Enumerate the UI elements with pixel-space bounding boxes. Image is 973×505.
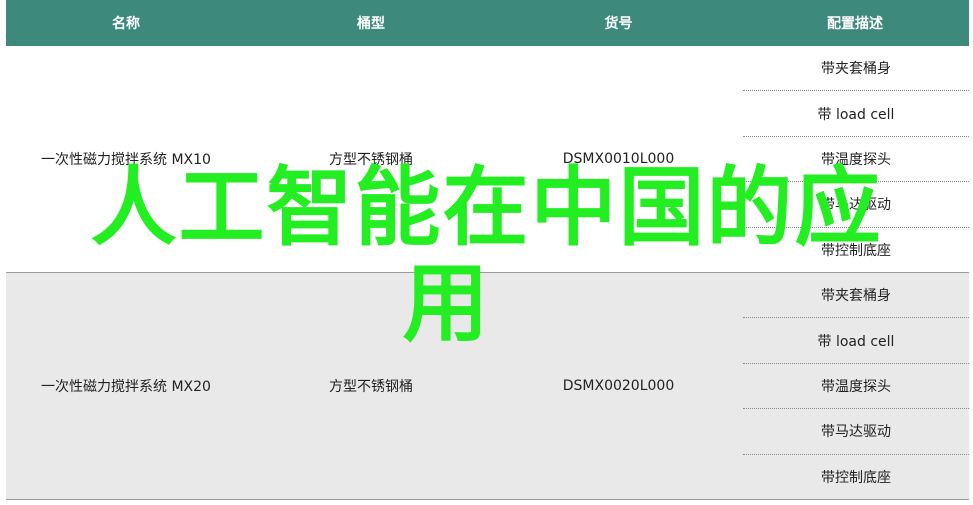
header-name: 名称 <box>112 16 140 32</box>
product-name: 一次性磁力搅拌系统 MX10 <box>41 152 211 168</box>
feature-item: 带马达驱动 <box>743 409 969 455</box>
feature-item: 带马达驱动 <box>743 182 969 228</box>
feature-item: 带夹套桶身 <box>743 46 969 92</box>
feature-item: 带夹套桶身 <box>743 273 969 319</box>
tank-type: 方型不锈钢桶 <box>329 152 413 168</box>
feature-item: 带控制底座 <box>821 469 891 486</box>
table-row: 一次性磁力搅拌系统 MX10 方型不锈钢桶 DSMX0010L000 带夹套桶身… <box>6 46 969 273</box>
feature-item: 带温度探头 <box>743 137 969 183</box>
feature-item: 带控制底座 <box>821 242 891 259</box>
product-code: DSMX0010L000 <box>562 151 675 167</box>
feature-item: 带 load cell <box>743 318 969 364</box>
header-code: 货号 <box>604 16 633 32</box>
feature-item: 带 load cell <box>743 91 969 137</box>
header-config: 配置描述 <box>827 16 883 32</box>
feature-item: 带温度探头 <box>743 364 969 410</box>
header-type: 桶型 <box>357 16 385 32</box>
product-name: 一次性磁力搅拌系统 MX20 <box>41 379 211 395</box>
feature-list: 带夹套桶身 带 load cell 带温度探头 带马达驱动 带控制底座 <box>741 46 969 272</box>
table-header: 名称 桶型 货号 配置描述 <box>6 0 969 46</box>
product-table: 名称 桶型 货号 配置描述 一次性磁力搅拌系统 MX10 方型不锈钢桶 DSMX… <box>6 0 969 500</box>
feature-list: 带夹套桶身 带 load cell 带温度探头 带马达驱动 带控制底座 <box>741 273 969 499</box>
table-row: 一次性磁力搅拌系统 MX20 方型不锈钢桶 DSMX0020L000 带夹套桶身… <box>6 273 969 500</box>
tank-type: 方型不锈钢桶 <box>329 379 413 395</box>
product-code: DSMX0020L000 <box>562 378 675 394</box>
